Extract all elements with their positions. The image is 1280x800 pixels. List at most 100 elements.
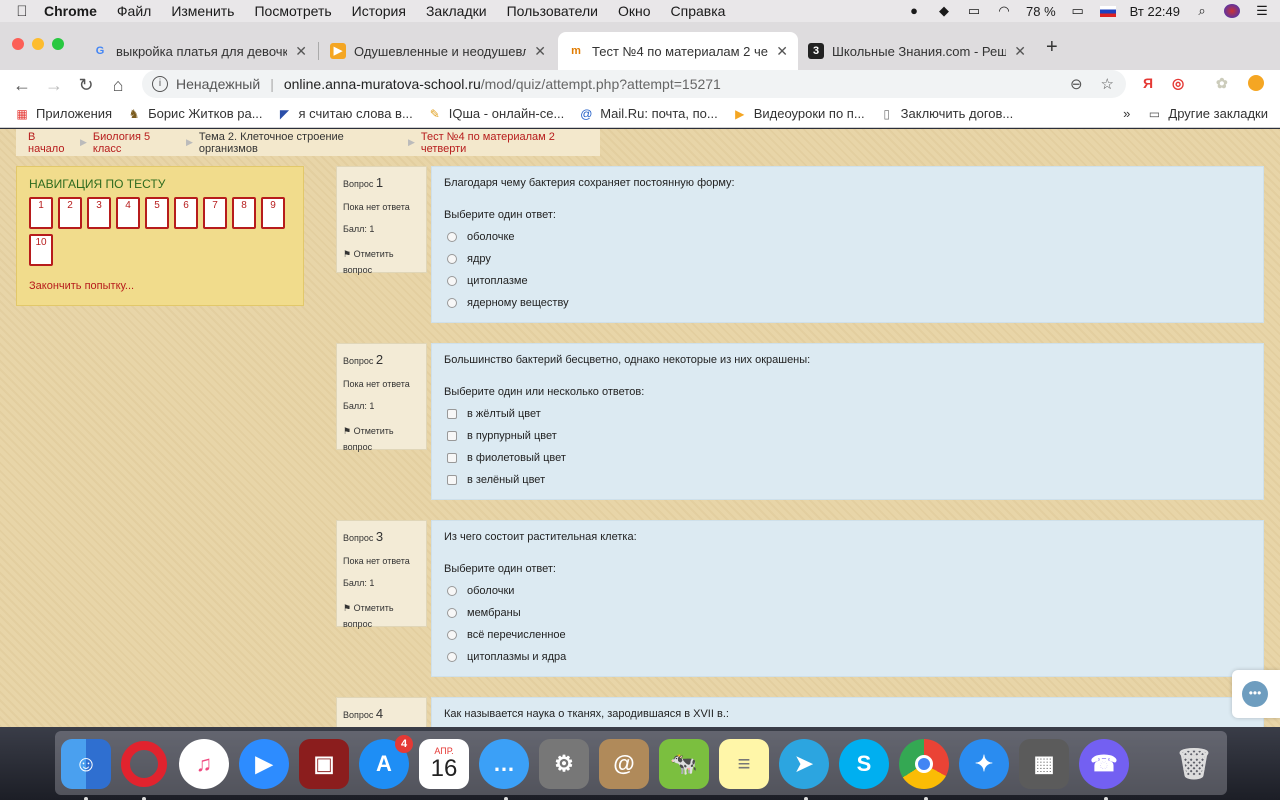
contacts-icon[interactable]: @ [599, 739, 649, 789]
flag-question-button[interactable]: ⚑ Отметить вопрос [343, 246, 420, 278]
wifi-icon[interactable]: ◠ [996, 4, 1012, 18]
messages-icon[interactable]: … [479, 739, 529, 789]
photo-booth-icon[interactable]: ▣ [299, 739, 349, 789]
checkbox[interactable] [447, 431, 457, 441]
answer-option[interactable]: в пурпурный цвет [444, 430, 1251, 442]
yandex-extension-icon[interactable]: Я [1143, 75, 1153, 91]
maximize-window-button[interactable] [52, 38, 64, 50]
zoom-icon[interactable]: ⊖ [1070, 75, 1083, 93]
menu-view[interactable]: Посмотреть [254, 3, 331, 19]
flag-question-button[interactable]: ⚑ Отметить вопрос [343, 423, 420, 455]
airplay-icon[interactable]: ▭ [966, 4, 982, 18]
finish-attempt-link[interactable]: Закончить попытку... [29, 280, 291, 292]
question-nav-button[interactable]: 2 [58, 197, 82, 229]
close-tab-icon[interactable]: ✕ [295, 43, 307, 60]
system-preferences-icon[interactable]: ⚙ [539, 739, 589, 789]
new-tab-button[interactable]: + [1046, 36, 1058, 59]
viber-icon[interactable]: ☎ [1079, 739, 1129, 789]
home-icon[interactable]: ⌂ [102, 75, 134, 96]
question-nav-button[interactable]: 3 [87, 197, 111, 229]
question-nav-button[interactable]: 5 [145, 197, 169, 229]
info-icon[interactable]: i [152, 76, 168, 92]
trash-icon[interactable]: 🗑 [1169, 739, 1219, 789]
forward-icon[interactable]: → [38, 75, 70, 96]
more-bookmarks-icon[interactable]: » [1123, 106, 1130, 121]
extension-flower-icon[interactable]: ✿ [1216, 75, 1228, 92]
checkbox[interactable] [447, 475, 457, 485]
question-nav-button[interactable]: 6 [174, 197, 198, 229]
answer-option[interactable]: в зелёный цвет [444, 474, 1251, 486]
radio-button[interactable] [447, 652, 457, 662]
target-extension-icon[interactable]: ◎ [1172, 75, 1184, 92]
menu-help[interactable]: Справка [671, 3, 726, 19]
apple-icon[interactable]:  [0, 3, 44, 20]
bookmark-item[interactable]: ▯ Заключить догов... [879, 106, 1013, 121]
answer-option[interactable]: мембраны [444, 607, 1251, 619]
breadcrumb-quiz[interactable]: Тест №4 по материалам 2 четверти [421, 131, 600, 155]
calculator-icon[interactable]: ▦ [1019, 739, 1069, 789]
breadcrumb-home[interactable]: В начало [28, 131, 74, 155]
question-nav-button[interactable]: 4 [116, 197, 140, 229]
bookmark-item[interactable]: ♞ Борис Житков ра... [126, 106, 263, 121]
chrome-icon[interactable] [899, 739, 949, 789]
answer-option[interactable]: оболочке [444, 231, 1251, 243]
radio-button[interactable] [447, 586, 457, 596]
bookmark-apps[interactable]: ▦ Приложения [14, 106, 112, 121]
other-bookmarks[interactable]: ▭ Другие закладки [1146, 106, 1268, 121]
bookmark-item[interactable]: ▶ Видеоуроки по п... [732, 106, 865, 121]
viber-tray-icon[interactable]: ● [906, 4, 922, 18]
finder-icon[interactable]: ☺ [61, 739, 111, 789]
siri-icon[interactable] [1224, 4, 1240, 18]
radio-button[interactable] [447, 254, 457, 264]
menu-window[interactable]: Окно [618, 3, 651, 19]
zoom-app-icon[interactable]: ▶ [239, 739, 289, 789]
telegram-icon[interactable]: ➤ [779, 739, 829, 789]
answer-option[interactable]: ядерному веществу [444, 297, 1251, 309]
back-icon[interactable]: ← [6, 75, 38, 96]
breadcrumb-topic[interactable]: Тема 2. Клеточное строение организмов [199, 131, 402, 155]
radio-button[interactable] [447, 232, 457, 242]
answer-option[interactable]: в жёлтый цвет [444, 408, 1251, 420]
radio-button[interactable] [447, 630, 457, 640]
checkbox[interactable] [447, 409, 457, 419]
spotlight-search-icon[interactable]: ⌕ [1194, 4, 1210, 18]
notification-center-icon[interactable]: ☰ [1254, 4, 1270, 18]
opera-icon[interactable] [119, 739, 169, 789]
question-nav-button[interactable]: 10 [29, 234, 53, 266]
answer-option[interactable]: цитоплазме [444, 275, 1251, 287]
battery-percent[interactable]: 78 % [1026, 4, 1056, 19]
radio-button[interactable] [447, 276, 457, 286]
bookmark-item[interactable]: @ Mail.Ru: почта, по... [578, 106, 718, 121]
game-farm-icon[interactable]: 🐄 [659, 739, 709, 789]
question-nav-button[interactable]: 7 [203, 197, 227, 229]
menu-users[interactable]: Пользователи [507, 3, 598, 19]
tab-1[interactable]: G выкройка платья для девочке ✕ [82, 32, 317, 70]
answer-option[interactable]: ядру [444, 253, 1251, 265]
russian-flag-icon[interactable] [1099, 5, 1116, 17]
question-nav-button[interactable]: 9 [261, 197, 285, 229]
flag-question-button[interactable]: ⚑ Отметить вопрос [343, 600, 420, 632]
menu-edit[interactable]: Изменить [171, 3, 234, 19]
answer-option[interactable]: оболочки [444, 585, 1251, 597]
close-window-button[interactable] [12, 38, 24, 50]
menu-file[interactable]: Файл [117, 3, 151, 19]
menu-bookmarks[interactable]: Закладки [426, 3, 487, 19]
notes-icon[interactable]: ≡ [719, 739, 769, 789]
skype-icon[interactable]: S [839, 739, 889, 789]
bookmark-star-icon[interactable]: ☆ [1101, 75, 1114, 93]
bookmark-item[interactable]: ◤ я считаю слова в... [277, 106, 413, 121]
address-bar[interactable]: i Ненадежный | online.anna-muratova-scho… [142, 70, 1126, 98]
calendar-icon[interactable]: АПР. 16 [419, 739, 469, 789]
radio-button[interactable] [447, 608, 457, 618]
music-icon[interactable]: ♫ [179, 739, 229, 789]
app-store-icon[interactable]: A4 [359, 735, 413, 789]
menu-chrome[interactable]: Chrome [44, 3, 97, 19]
battery-icon[interactable]: ▭ [1070, 4, 1086, 18]
safari-icon[interactable]: ✦ [959, 739, 1009, 789]
tab-4[interactable]: 3 Школьные Знания.com - Реш ✕ [798, 32, 1036, 70]
checkbox[interactable] [447, 453, 457, 463]
extension-orange-icon[interactable] [1248, 75, 1264, 91]
tab-2[interactable]: ▶ Одушевленные и неодушевле ✕ [320, 32, 556, 70]
chat-widget-button[interactable]: ••• [1232, 670, 1280, 718]
minimize-window-button[interactable] [32, 38, 44, 50]
